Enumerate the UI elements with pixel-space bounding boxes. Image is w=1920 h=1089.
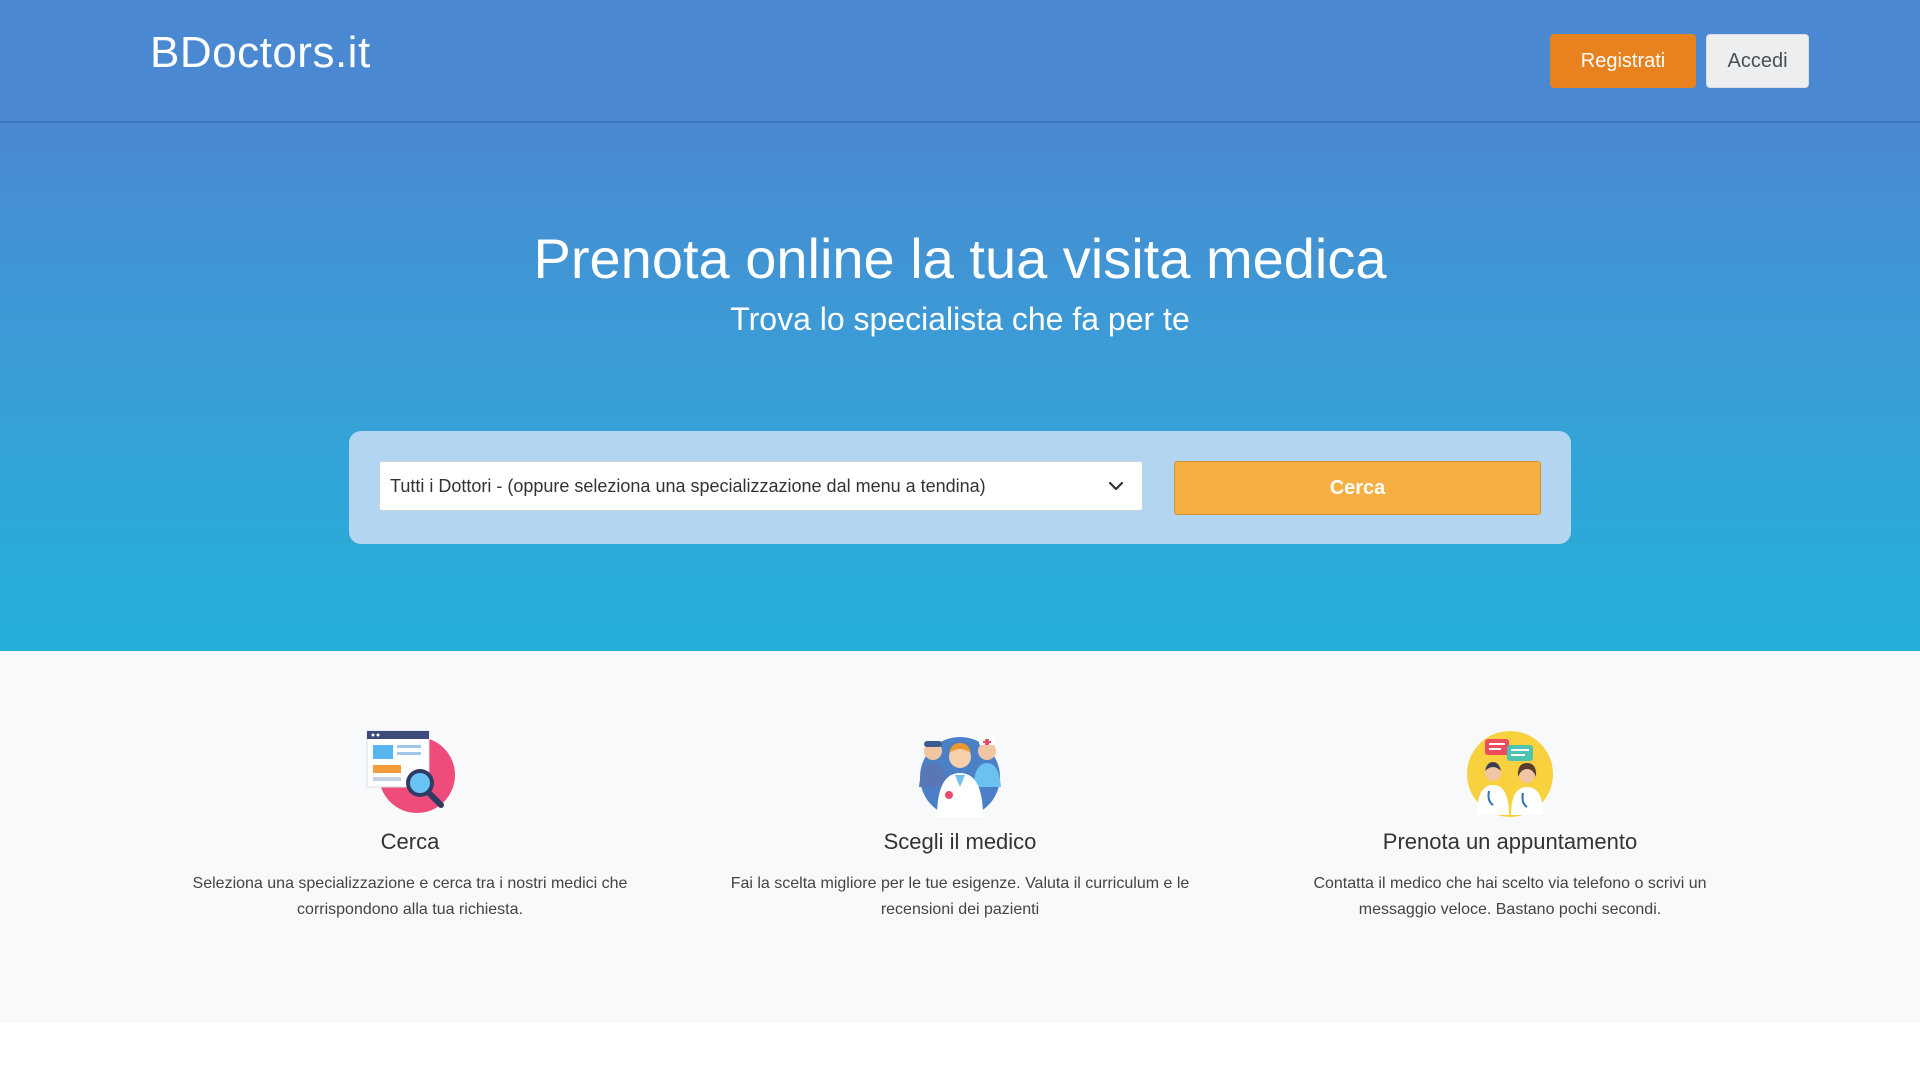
feature-title: Scegli il medico bbox=[883, 829, 1037, 854]
features-section: Cerca Seleziona una specializzazione e c… bbox=[0, 651, 1920, 1023]
doctors-team-icon bbox=[919, 737, 1001, 817]
search-document-icon bbox=[366, 730, 455, 813]
search-panel: Tutti i Dottori - (oppure seleziona una … bbox=[349, 431, 1571, 544]
search-button[interactable]: Cerca bbox=[1174, 461, 1541, 515]
feature-description: Seleziona una specializzazione e cerca t… bbox=[192, 875, 628, 918]
chevron-down-icon bbox=[1108, 481, 1124, 491]
feature-search: Cerca Seleziona una specializzazione e c… bbox=[170, 729, 650, 923]
hero-subtitle: Trova lo specialista che fa per te bbox=[730, 301, 1190, 337]
specialization-select-value: Tutti i Dottori - (oppure seleziona una … bbox=[390, 475, 986, 496]
login-button[interactable]: Accedi bbox=[1706, 34, 1809, 88]
brand-logo-text[interactable]: BDoctors.it bbox=[150, 28, 371, 78]
feature-description: Fai la scelta migliore per le tue esigen… bbox=[730, 875, 1190, 918]
feature-choose-doctor: Scegli il medico Fai la scelta migliore … bbox=[720, 729, 1200, 923]
feature-book-appointment: Prenota un appuntamento Contatta il medi… bbox=[1270, 729, 1750, 923]
doctors-chat-icon bbox=[1467, 731, 1553, 817]
hero-title: Prenota online la tua visita medica bbox=[533, 227, 1387, 290]
specialization-select[interactable]: Tutti i Dottori - (oppure seleziona una … bbox=[379, 461, 1143, 511]
feature-title: Prenota un appuntamento bbox=[1382, 829, 1638, 854]
feature-description: Contatta il medico che hai scelto via te… bbox=[1313, 875, 1707, 918]
register-button[interactable]: Registrati bbox=[1550, 34, 1696, 88]
top-navbar: BDoctors.it Registrati Accedi bbox=[0, 0, 1920, 123]
feature-title: Cerca bbox=[380, 829, 440, 854]
hero-section: Prenota online la tua visita medica Trov… bbox=[0, 123, 1920, 651]
